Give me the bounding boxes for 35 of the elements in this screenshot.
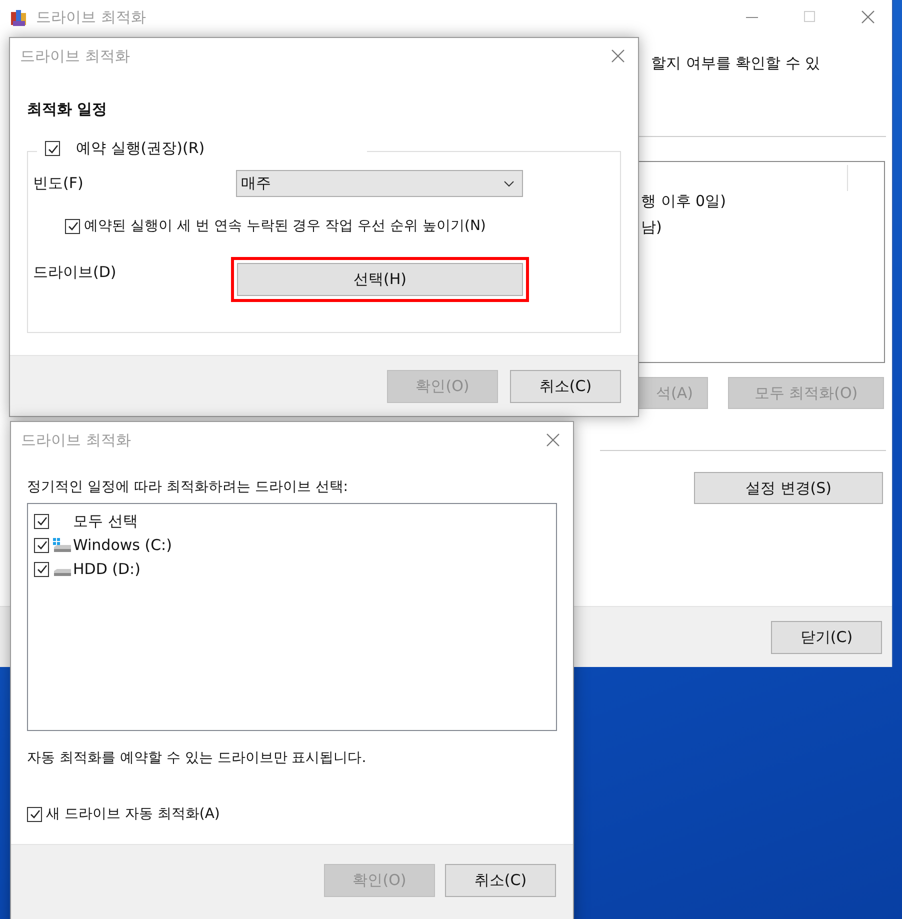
close-button[interactable]: 닫기(C) xyxy=(771,620,882,654)
close-icon[interactable] xyxy=(861,10,875,24)
minimize-icon[interactable] xyxy=(746,17,758,19)
note-text: 자동 최적화를 예약할 수 있는 드라이브만 표시됩니다. xyxy=(27,749,368,767)
checkbox[interactable] xyxy=(34,538,49,552)
drive-label: HDD (D:) xyxy=(73,560,140,578)
defrag-icon xyxy=(10,9,28,27)
window-title: 드라이브 최적화 xyxy=(36,8,146,27)
select-drives-button[interactable]: 선택(H) xyxy=(237,263,523,296)
status-text: 남) xyxy=(641,218,662,237)
frequency-dropdown[interactable]: 매주 xyxy=(236,170,523,197)
checkbox[interactable] xyxy=(34,514,49,528)
description-text: 할지 여부를 확인할 수 있 xyxy=(651,54,820,73)
section-heading: 최적화 일정 xyxy=(27,100,108,119)
drive-label: Windows (C:) xyxy=(73,536,172,554)
checkbox-label: 새 드라이브 자동 최적화(A) xyxy=(46,805,220,823)
checkbox[interactable] xyxy=(27,806,42,822)
checkbox[interactable] xyxy=(45,141,60,156)
field-label: 드라이브(D) xyxy=(33,262,118,282)
checkbox-label: 예약 실행(권장)(R) xyxy=(76,139,205,158)
chevron-down-icon xyxy=(504,180,514,186)
status-text: 행 이후 0일) xyxy=(641,192,726,211)
dialog-title: 드라이브 최적화 xyxy=(21,430,131,450)
change-settings-button[interactable]: 설정 변경(S) xyxy=(694,472,883,504)
field-label: 빈도(F) xyxy=(33,174,84,193)
prompt-text: 정기적인 일정에 따라 최적화하려는 드라이브 선택: xyxy=(27,478,349,496)
checkbox-label: 예약된 실행이 세 번 연속 누락된 경우 작업 우선 순위 높이기(N) xyxy=(84,217,486,235)
drive-label: 모두 선택 xyxy=(73,512,138,530)
checkbox[interactable] xyxy=(34,562,49,576)
close-icon[interactable] xyxy=(611,49,625,63)
close-icon[interactable] xyxy=(546,433,560,447)
dialog-button[interactable]: 취소(C) xyxy=(510,370,621,402)
checkbox[interactable] xyxy=(65,218,80,234)
dialog-title: 드라이브 최적화 xyxy=(20,46,130,66)
dialog-button[interactable]: 취소(C) xyxy=(445,864,556,897)
